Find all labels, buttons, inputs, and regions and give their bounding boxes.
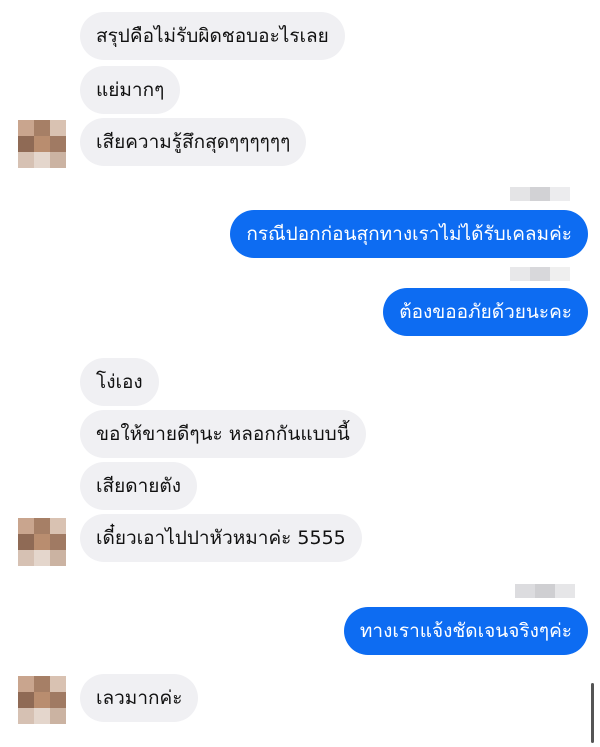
message-bubble-incoming[interactable]: เสียความรู้สึกสุดๆๆๆๆๆๆ	[80, 118, 307, 166]
sender-avatar-icon[interactable]	[18, 676, 66, 724]
message-bubble-incoming[interactable]: เดี๋ยวเอาไปปาหัวหมาค่ะ 5555	[80, 514, 362, 562]
message-bubble-incoming[interactable]: เลวมากค่ะ	[80, 674, 199, 722]
message-bubble-incoming[interactable]: แย่มากๆ	[80, 66, 181, 114]
chat-thread: สรุปคือไม่รับผิดชอบอะไรเลย แย่มากๆ เสียค…	[0, 0, 600, 747]
seen-indicator	[510, 187, 570, 201]
seen-indicator	[515, 584, 575, 598]
message-bubble-incoming[interactable]: โง่เอง	[80, 358, 159, 406]
sender-avatar-icon[interactable]	[18, 518, 66, 566]
message-bubble-outgoing[interactable]: ทางเราแจ้งชัดเจนจริงๆค่ะ	[343, 607, 588, 655]
message-bubble-incoming[interactable]: ขอให้ขายดีๆนะ หลอกกันแบบนี้	[80, 410, 366, 458]
message-bubble-outgoing[interactable]: ต้องขออภัยด้วยนะคะ	[383, 288, 588, 336]
scrollbar[interactable]	[591, 683, 594, 743]
sender-avatar-icon[interactable]	[18, 120, 66, 168]
message-bubble-outgoing[interactable]: กรณีปอกก่อนสุกทางเราไม่ได้รับเคลมค่ะ	[230, 210, 588, 258]
message-bubble-incoming[interactable]: สรุปคือไม่รับผิดชอบอะไรเลย	[80, 12, 345, 60]
seen-indicator	[510, 267, 570, 281]
message-bubble-incoming[interactable]: เสียดายตัง	[80, 462, 197, 510]
